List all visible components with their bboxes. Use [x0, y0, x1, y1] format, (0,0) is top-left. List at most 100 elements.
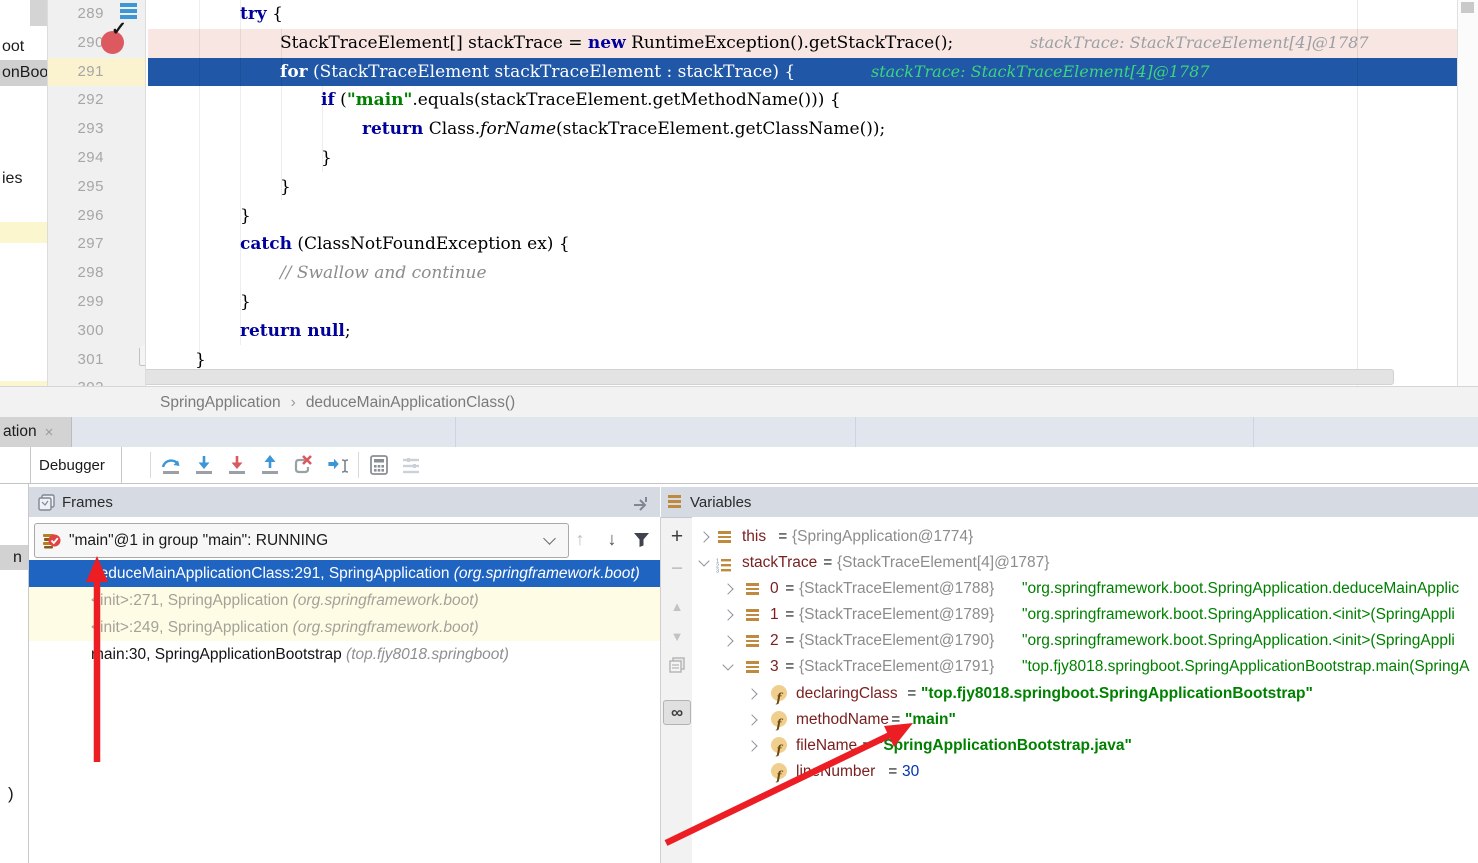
step-over-icon[interactable] [160, 454, 182, 476]
code-token: Class. [423, 119, 480, 139]
variable-row[interactable]: f declaringClass = "top.fjy8018.springbo… [692, 681, 1478, 707]
equals: = [781, 602, 799, 628]
code-lines[interactable]: try { StackTraceElement[] stackTrace = n… [158, 0, 1457, 374]
tab-debugger[interactable]: Debugger [30, 447, 122, 483]
frame-row[interactable]: deduceMainApplicationClass:291, SpringAp… [29, 560, 722, 587]
code-line-293: return Class.forName(stackTraceElement.g… [158, 115, 1457, 144]
code-line-291: for (StackTraceElement stackTraceElement… [158, 58, 1457, 87]
chevron-right-icon[interactable] [746, 740, 757, 751]
variable-string: "org.springframework.boot.SpringApplicat… [1022, 602, 1455, 628]
tree-item-selected-fragment[interactable]: onBoot [0, 60, 48, 86]
remove-watch-button[interactable]: − [661, 557, 693, 581]
chevron-down-icon[interactable] [698, 555, 709, 566]
variables-panel-body[interactable]: this = {SpringApplication@1774} 123 stac… [692, 517, 1478, 863]
step-into-icon[interactable] [193, 454, 215, 476]
breadcrumb-class[interactable]: SpringApplication [160, 394, 281, 412]
tree-item-fragment[interactable]: ies [2, 170, 22, 188]
frame-row[interactable]: main:30, SpringApplicationBootstrap (top… [29, 641, 722, 668]
show-watches-toggle[interactable]: ∞ [663, 700, 691, 725]
code-line-294: } [158, 144, 1457, 173]
copy-watch-icon[interactable] [669, 657, 685, 673]
evaluate-expression-icon[interactable] [368, 454, 390, 476]
add-watch-button[interactable]: + [661, 525, 693, 549]
vertical-scrollbar-track[interactable] [1457, 0, 1478, 386]
array-icon: 123 [716, 556, 732, 571]
code-token: RuntimeException().getStackTrace(); [626, 33, 954, 53]
variable-string: "org.springframework.boot.SpringApplicat… [1022, 628, 1455, 654]
run-to-cursor-icon[interactable] [326, 454, 350, 476]
debugger-inline-hint: stackTrace: StackTraceElement[4]@1787 [871, 58, 1210, 87]
variable-string: "top.fjy8018.springboot.SpringApplicatio… [921, 681, 1313, 707]
variable-icon [746, 661, 760, 674]
variable-row[interactable]: 2 = {StackTraceElement@1790} "org.spring… [692, 628, 1478, 654]
scrollbar-fragment[interactable] [30, 0, 47, 26]
step-out-icon[interactable] [259, 454, 281, 476]
line-number: 298 [48, 259, 146, 288]
vertical-scrollbar-thumb[interactable] [1461, 2, 1474, 13]
layout-settings-icon[interactable] [400, 454, 422, 476]
chevron-right-icon[interactable] [698, 531, 709, 542]
threads-view-icon[interactable] [118, 0, 140, 22]
line-number: 295 [48, 173, 146, 202]
frame-down-button[interactable]: ↓ [599, 525, 625, 553]
field-icon: f [771, 763, 787, 779]
chevron-right-icon[interactable] [746, 688, 757, 699]
horizontal-scrollbar[interactable] [146, 369, 1394, 385]
tree-item-selected-fragment[interactable]: n [0, 545, 28, 570]
editor[interactable]: try { StackTraceElement[] stackTrace = n… [146, 0, 1457, 386]
line-number: 300 [48, 317, 146, 346]
variable-icon [718, 531, 732, 544]
chevron-right-icon[interactable] [722, 635, 733, 646]
chevron-down-icon[interactable] [722, 659, 733, 670]
variable-row[interactable]: this = {SpringApplication@1774} [692, 524, 1478, 550]
variable-name: lineNumber [796, 759, 875, 785]
code-line-290: StackTraceElement[] stackTrace = new Run… [158, 29, 1457, 58]
filter-frames-icon[interactable] [632, 530, 651, 549]
chevron-right-icon[interactable] [722, 609, 733, 620]
thread-selector[interactable]: "main"@1 in group "main": RUNNING [34, 523, 569, 558]
variable-row[interactable]: 123 stackTrace = {StackTraceElement[4]@1… [692, 550, 1478, 576]
variable-row[interactable]: f fileName = "SpringApplicationBootstrap… [692, 733, 1478, 759]
breadcrumb-method[interactable]: deduceMainApplicationClass() [306, 394, 515, 412]
breadcrumb-separator-icon: › [291, 394, 296, 412]
line-number: 291 [48, 58, 146, 87]
variables-icon [668, 495, 683, 509]
highlight-band [0, 222, 48, 243]
frame-up-button[interactable]: ↑ [567, 525, 593, 553]
code-token: "main" [347, 90, 413, 110]
code-token: } [280, 177, 291, 197]
code-token: new [588, 33, 626, 53]
close-icon[interactable]: × [45, 424, 54, 441]
field-icon: f [771, 737, 787, 753]
variable-name: 0 [770, 576, 779, 602]
variable-row[interactable]: 0 = {StackTraceElement@1788} "org.spring… [692, 576, 1478, 602]
frame-row[interactable]: <init>:249, SpringApplication (org.sprin… [29, 614, 722, 641]
variables-panel-header[interactable]: Variables [661, 487, 1478, 518]
editor-gutter[interactable]: 289 290 291 292 293 294 295 296 297 298 … [48, 0, 146, 386]
thread-icon [41, 531, 61, 551]
chevron-right-icon[interactable] [746, 714, 757, 725]
frames-panel-header[interactable]: Frames [29, 487, 660, 518]
frame-row[interactable]: <init>:271, SpringApplication (org.sprin… [29, 587, 722, 614]
editor-tab[interactable]: ation × [0, 417, 72, 447]
tree-item-label: onBoot [0, 64, 53, 81]
equals: = [884, 759, 902, 785]
variable-value: {StackTraceElement[4]@1787} [837, 550, 1049, 576]
drop-frame-icon[interactable] [292, 454, 314, 476]
frame-package: (org.springframework.boot) [293, 592, 479, 609]
hide-panel-icon[interactable] [632, 493, 650, 511]
chevron-right-icon[interactable] [722, 583, 733, 594]
frames-panel-title: Frames [62, 494, 113, 511]
variable-string: "main" [905, 707, 956, 733]
move-watch-down-button[interactable]: ▼ [661, 625, 693, 647]
variable-row[interactable]: f methodName = "main" [692, 707, 1478, 733]
variable-value: {SpringApplication@1774} [792, 524, 973, 550]
variable-row[interactable]: 3 = {StackTraceElement@1791} "top.fjy801… [692, 654, 1478, 680]
field-icon: f [771, 711, 787, 727]
tree-item-fragment[interactable]: oot [2, 38, 24, 56]
equals: = [819, 550, 837, 576]
move-watch-up-button[interactable]: ▲ [661, 595, 693, 617]
force-step-into-icon[interactable] [226, 454, 248, 476]
variable-row[interactable]: 1 = {StackTraceElement@1789} "org.spring… [692, 602, 1478, 628]
variable-row[interactable]: f lineNumber = 30 [692, 759, 1478, 785]
